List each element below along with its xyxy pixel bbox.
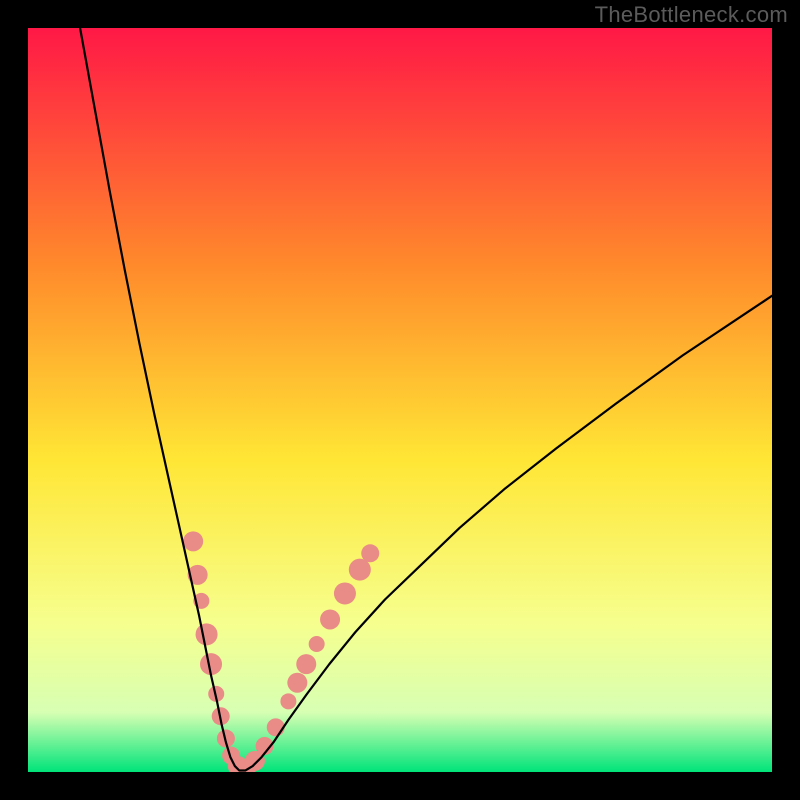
marker-point bbox=[267, 718, 285, 736]
marker-point bbox=[183, 531, 203, 551]
marker-point bbox=[296, 654, 316, 674]
marker-point bbox=[349, 559, 371, 581]
marker-point bbox=[280, 693, 296, 709]
watermark-text: TheBottleneck.com bbox=[595, 2, 788, 28]
marker-point bbox=[287, 673, 307, 693]
marker-point bbox=[361, 544, 379, 562]
gradient-background bbox=[28, 28, 772, 772]
marker-point bbox=[334, 582, 356, 604]
marker-point bbox=[196, 623, 218, 645]
plot-area bbox=[28, 28, 772, 772]
marker-point bbox=[309, 636, 325, 652]
marker-point bbox=[320, 609, 340, 629]
chart-frame: TheBottleneck.com bbox=[0, 0, 800, 800]
chart-svg bbox=[28, 28, 772, 772]
